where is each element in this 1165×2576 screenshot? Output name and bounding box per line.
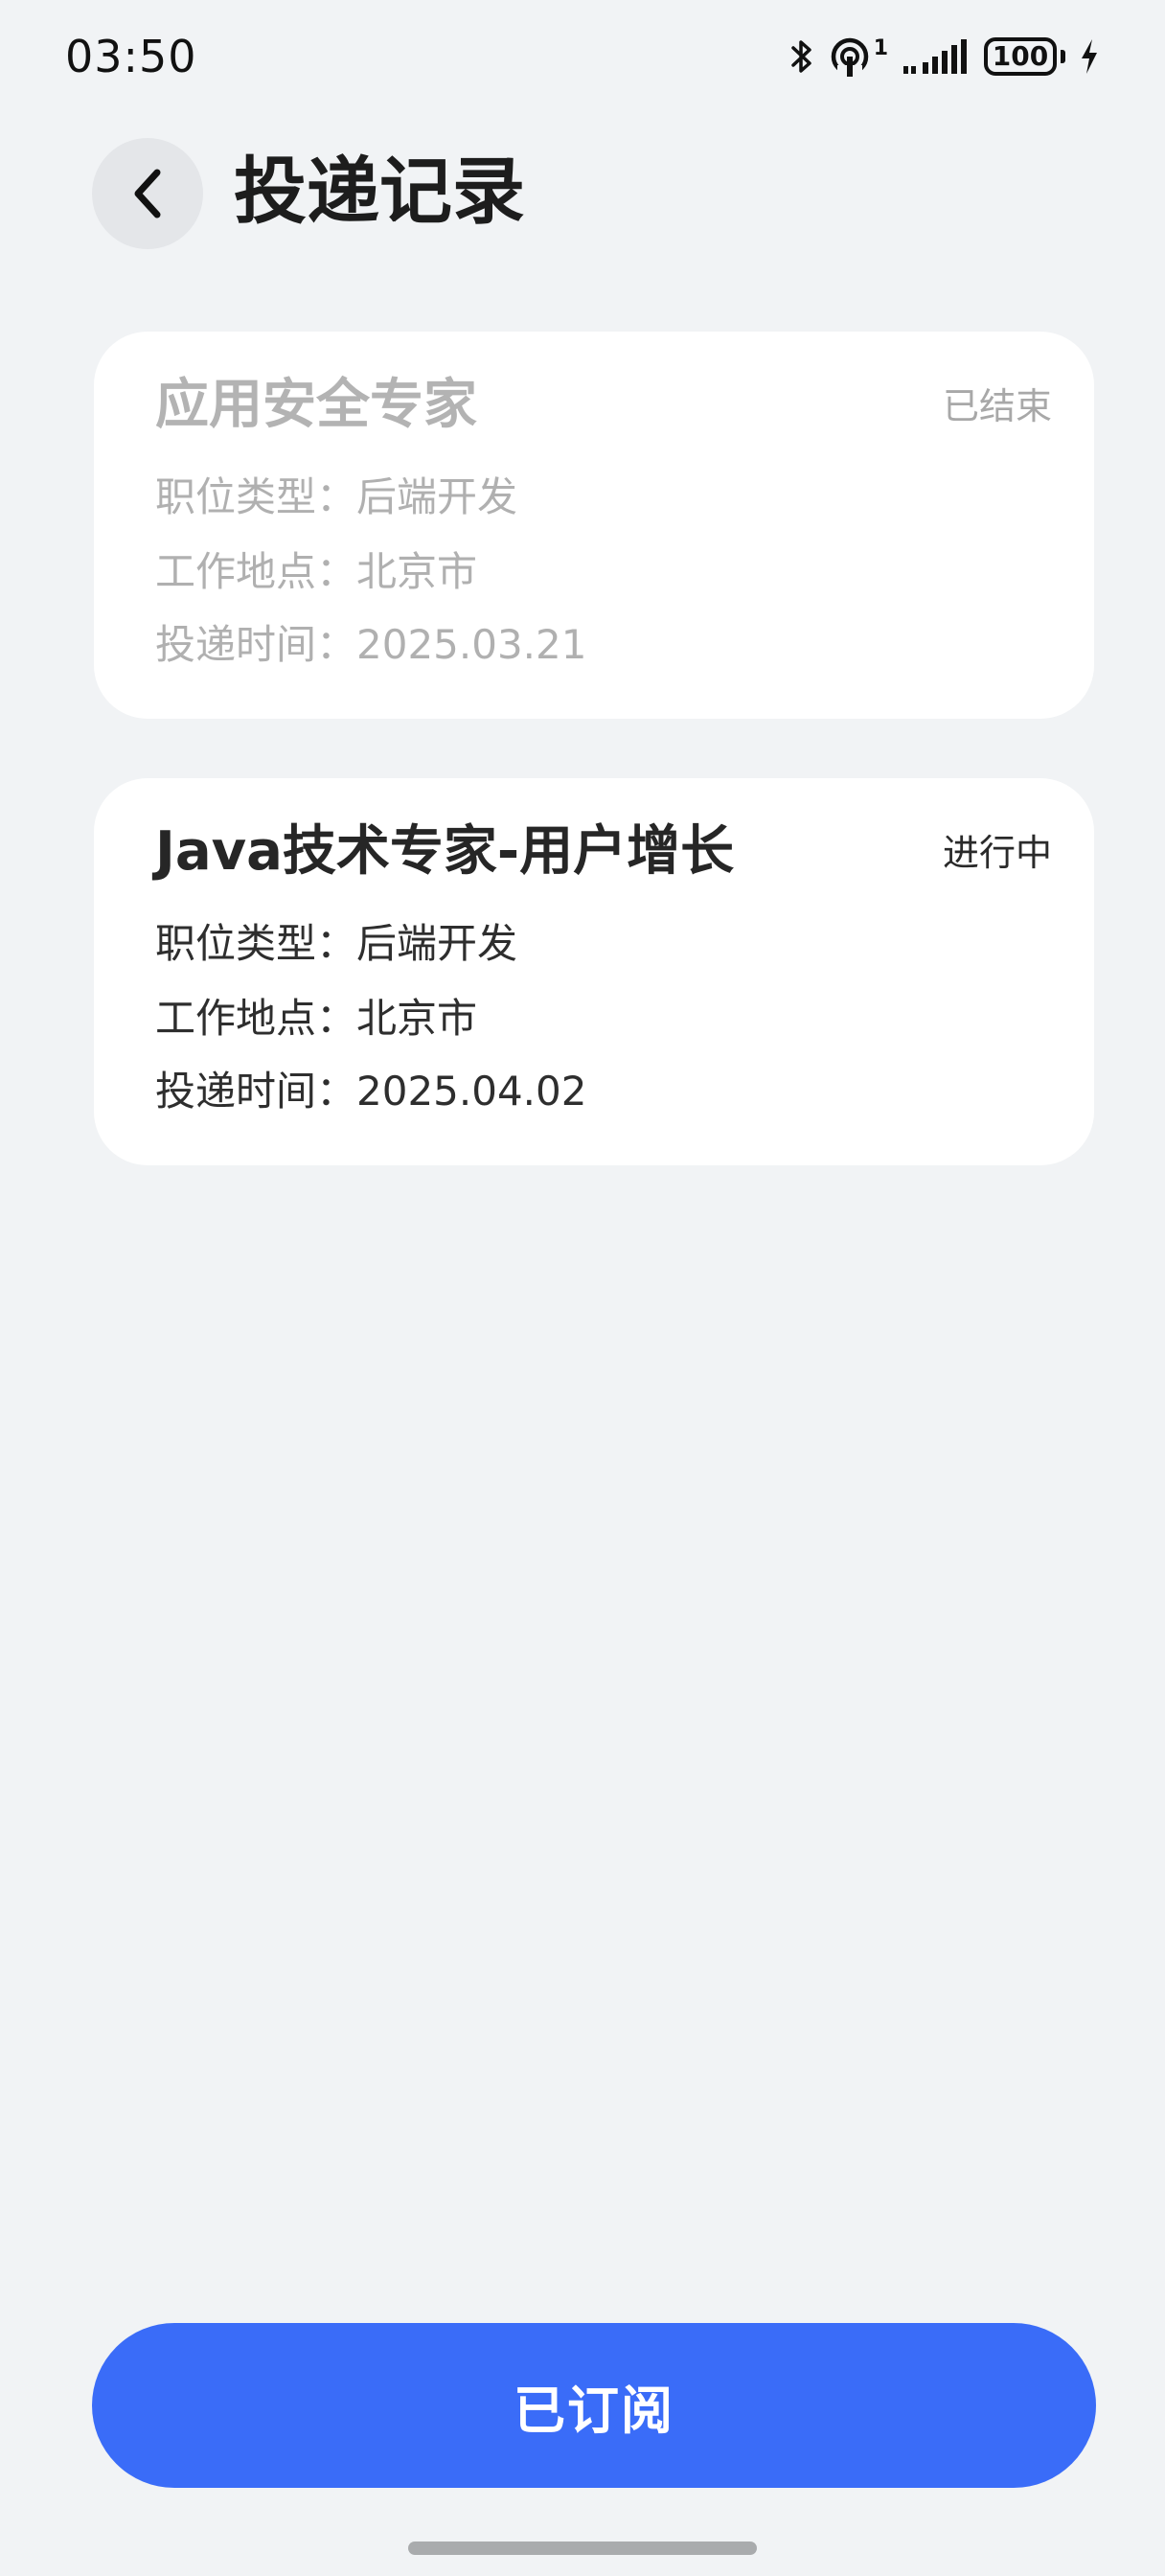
chevron-left-icon — [134, 169, 161, 218]
screen: 03:50 1 100 投递记录 应用安全专家 已结束 职位类型：后端开发 工作… — [0, 0, 1165, 2576]
status-bar: 03:50 1 100 — [0, 0, 1165, 115]
job-type: 职位类型：后端开发 — [155, 920, 518, 967]
subscribed-button[interactable]: 已订阅 — [92, 2323, 1096, 2488]
apply-date: 投递时间：2025.04.02 — [155, 1068, 587, 1115]
apply-date: 投递时间：2025.03.21 — [155, 621, 587, 668]
hotspot-count: 1 — [873, 36, 888, 60]
status-badge: 进行中 — [942, 832, 1052, 874]
status-icons: 1 100 — [789, 33, 1100, 80]
hotspot-indicator: 1 — [828, 36, 888, 77]
application-record-card[interactable]: 应用安全专家 已结束 职位类型：后端开发 工作地点：北京市 投递时间：2025.… — [94, 332, 1094, 719]
back-button[interactable] — [92, 138, 203, 249]
job-location: 工作地点：北京市 — [155, 548, 478, 595]
battery-cap — [1061, 50, 1065, 63]
signal-icon — [903, 39, 967, 74]
battery-icon: 100 — [984, 37, 1057, 76]
home-indicator[interactable] — [408, 2542, 757, 2555]
status-time: 03:50 — [65, 31, 197, 82]
job-type: 职位类型：后端开发 — [155, 473, 518, 520]
charging-icon — [1082, 39, 1097, 74]
page-title: 投递记录 — [234, 149, 525, 234]
application-record-card[interactable]: Java技术专家-用户增长 进行中 职位类型：后端开发 工作地点：北京市 投递时… — [94, 778, 1094, 1165]
hotspot-icon — [831, 37, 868, 77]
status-badge: 已结束 — [942, 385, 1052, 427]
job-title: 应用安全专家 — [155, 374, 477, 436]
job-location: 工作地点：北京市 — [155, 995, 478, 1042]
battery-level: 100 — [992, 40, 1049, 72]
job-title: Java技术专家-用户增长 — [155, 820, 735, 883]
bluetooth-icon — [790, 40, 811, 73]
